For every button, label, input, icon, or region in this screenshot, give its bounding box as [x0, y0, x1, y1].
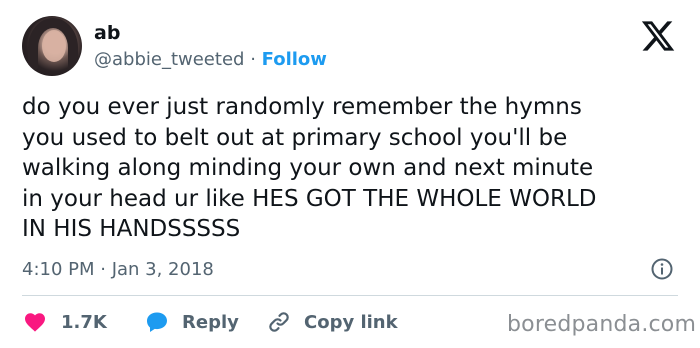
heart-icon [25, 313, 45, 332]
tweet-text: do you ever just randomly remember the h… [22, 94, 597, 242]
info-icon[interactable] [650, 257, 674, 281]
avatar-face [42, 30, 66, 62]
follow-button[interactable]: Follow [262, 49, 327, 70]
speech-bubble-icon [147, 312, 167, 332]
copy-link-label: Copy link [304, 311, 398, 333]
avatar[interactable] [22, 16, 82, 76]
display-name[interactable]: ab [94, 22, 120, 44]
tweet-timestamp[interactable]: 4:10 PM · Jan 3, 2018 [22, 259, 214, 280]
like-count: 1.7K [61, 311, 107, 333]
handle-separator: · [250, 49, 256, 70]
like-button[interactable]: 1.7K [22, 308, 107, 336]
divider [22, 295, 678, 296]
reply-button[interactable]: Reply [144, 308, 239, 336]
user-handle[interactable]: @abbie_tweeted [94, 49, 244, 70]
reply-label: Reply [182, 311, 239, 333]
watermark: boredpanda.com [507, 312, 697, 337]
x-logo-icon[interactable] [640, 18, 676, 54]
handle-row: @abbie_tweeted · Follow [94, 49, 327, 70]
link-icon [269, 312, 289, 332]
copy-link-button[interactable]: Copy link [266, 308, 398, 336]
